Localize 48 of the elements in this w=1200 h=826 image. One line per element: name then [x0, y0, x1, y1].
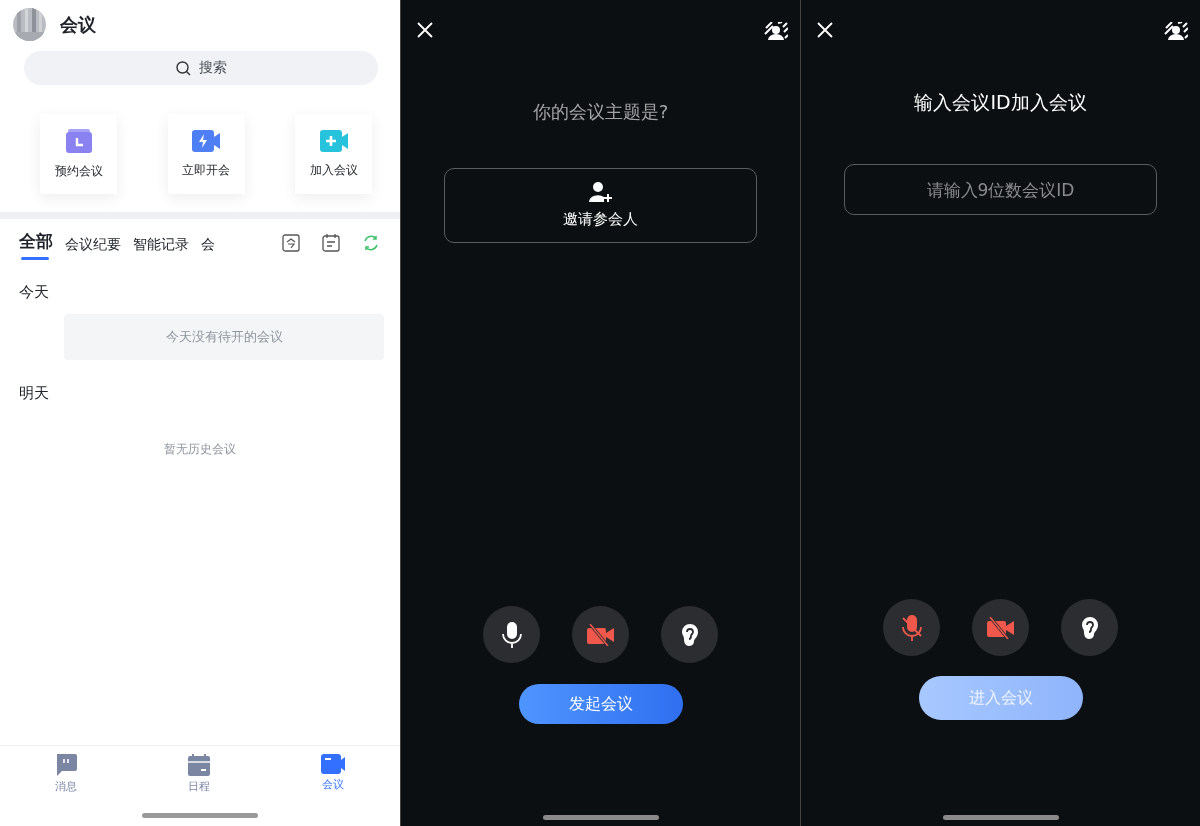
today-icon — [282, 234, 300, 252]
section-title: 明天 — [19, 384, 50, 403]
background-blur-icon[interactable] — [764, 22, 788, 40]
background-blur-icon[interactable] — [1164, 22, 1188, 40]
meeting-id-field[interactable]: 请输入9位数会议ID — [844, 164, 1157, 215]
nav-tab[interactable]: 日程 — [178, 746, 220, 801]
calendar-icon — [322, 234, 340, 252]
camera-toggle[interactable] — [972, 599, 1029, 656]
video-camera-icon — [320, 754, 345, 774]
section-title: 今天 — [19, 283, 50, 302]
tab[interactable]: 智能记录 — [133, 234, 189, 254]
add-person-icon — [588, 182, 613, 202]
ear-toggle[interactable] — [661, 606, 718, 663]
topic-prompt[interactable]: 你的会议主题是? — [401, 100, 800, 124]
tab[interactable]: 会议纪要 — [65, 234, 121, 254]
camera-toggle[interactable] — [572, 606, 629, 663]
start-meeting-button[interactable]: 发起会议 — [518, 684, 683, 724]
page-title: 会议 — [60, 12, 96, 37]
nav-tab[interactable]: 消息 — [45, 746, 88, 801]
empty-meetings-notice: 今天没有待开的会议 — [64, 314, 384, 360]
mic-toggle[interactable] — [483, 606, 540, 663]
lightning-camera-icon — [192, 129, 220, 152]
ear-icon — [1080, 615, 1099, 640]
camera-off-icon — [586, 623, 615, 646]
close-icon[interactable] — [817, 22, 833, 38]
join-title: 输入会议ID加入会议 — [913, 90, 1088, 115]
plus-camera-icon — [319, 129, 348, 152]
mic-toggle[interactable] — [883, 599, 940, 656]
calendar-icon — [65, 128, 92, 153]
search-field[interactable]: 搜索 — [24, 51, 378, 85]
ear-icon — [680, 622, 699, 647]
chat-icon — [55, 754, 78, 776]
action-card[interactable]: 加入会议 — [295, 114, 372, 194]
close-icon[interactable] — [417, 22, 433, 38]
nav-tab[interactable]: 会议 — [310, 746, 355, 801]
invite-button[interactable]: 邀请参会人 — [444, 168, 757, 243]
microphone-icon — [500, 621, 523, 648]
tab[interactable]: 会 — [201, 234, 215, 254]
search-icon — [175, 60, 191, 76]
camera-off-icon — [986, 616, 1015, 639]
empty-history-notice: 暂无历史会议 — [163, 441, 237, 458]
ear-toggle[interactable] — [1061, 599, 1118, 656]
calendar-icon — [188, 754, 210, 776]
action-card[interactable]: 预约会议 — [40, 114, 117, 194]
tab[interactable]: 全部 — [19, 231, 53, 251]
search-placeholder: 搜索 — [198, 59, 227, 77]
muted-microphone-icon — [900, 614, 923, 641]
action-card[interactable]: 立即开会 — [167, 114, 245, 194]
